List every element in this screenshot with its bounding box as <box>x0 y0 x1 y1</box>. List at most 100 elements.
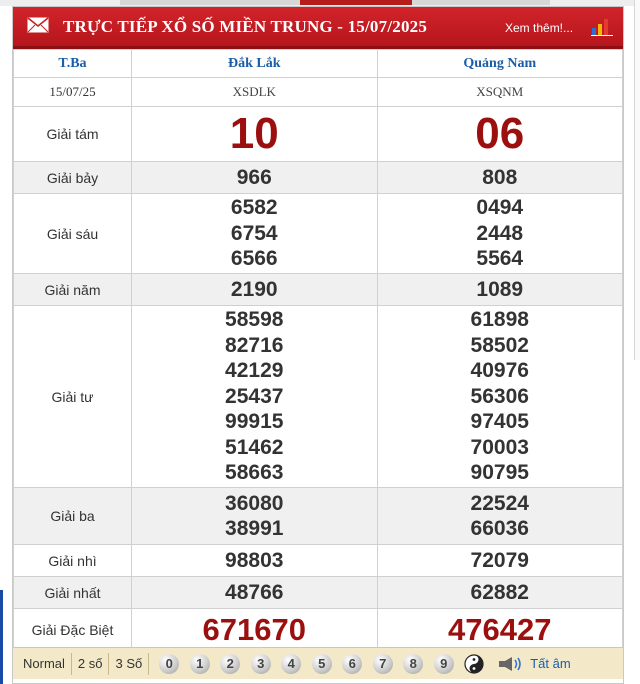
prize-number[interactable]: 6566 <box>132 246 377 272</box>
prize-row: Giải Đặc Biệt 671670 476427 <box>13 608 623 652</box>
prize-cell: 36080 38991 <box>131 487 378 545</box>
prize-number[interactable]: 6582 <box>132 195 377 221</box>
prize-cell: 808 <box>376 161 623 194</box>
prize-number[interactable]: 90795 <box>378 460 623 486</box>
prize-number[interactable]: 2190 <box>132 277 377 303</box>
prize-cell: 10 <box>131 106 378 162</box>
left-banner-edge <box>0 590 3 684</box>
prize-cell: 48766 <box>131 576 378 609</box>
prize-number[interactable]: 6754 <box>132 221 377 247</box>
prize-row: Giải nhì 98803 72079 <box>13 544 623 577</box>
results-header: TRỰC TIẾP XỔ SỐ MIỀN TRUNG - 15/07/2025 … <box>13 7 623 49</box>
prize-number[interactable]: 51462 <box>132 435 377 461</box>
prize-number[interactable]: 808 <box>378 165 623 191</box>
digit-ball-3[interactable]: 3 <box>250 653 271 674</box>
prize-cell: 98803 <box>131 544 378 577</box>
prize-label: Giải tám <box>13 106 132 162</box>
prize-number[interactable]: 58663 <box>132 460 377 486</box>
prize-cell: 1089 <box>376 273 623 306</box>
prize-number[interactable]: 22524 <box>378 491 623 517</box>
digit-ball-6[interactable]: 6 <box>342 653 363 674</box>
prize-label: Giải sáu <box>13 193 132 274</box>
prize-number[interactable]: 25437 <box>132 384 377 410</box>
yin-yang-icon[interactable] <box>464 653 484 674</box>
digit-ball-1[interactable]: 1 <box>189 653 210 674</box>
prize-cell: 58598 82716 42129 25437 99915 51462 58663 <box>131 305 378 488</box>
prize-number[interactable]: 0494 <box>378 195 623 221</box>
bar-chart-icon[interactable] <box>591 16 613 36</box>
digit-ball-5[interactable]: 5 <box>311 653 332 674</box>
province-header-1[interactable]: Đắk Lắk <box>131 49 378 78</box>
prize-number[interactable]: 97405 <box>378 409 623 435</box>
prize-number[interactable]: 38991 <box>132 516 377 542</box>
digit-ball-0[interactable]: 0 <box>159 653 180 674</box>
prize-cell: 62882 <box>376 576 623 609</box>
prize-number[interactable]: 42129 <box>132 358 377 384</box>
prize-number[interactable]: 40976 <box>378 358 623 384</box>
mode-normal-button[interactable]: Normal <box>13 652 72 675</box>
results-table: T.Ba Đắk Lắk Quảng Nam 15/07/25 XSDLK XS… <box>13 49 623 652</box>
prize-number[interactable]: 58502 <box>378 333 623 359</box>
prize-row: Giải bảy 966 808 <box>13 161 623 194</box>
digit-ball-8[interactable]: 8 <box>403 653 424 674</box>
lottery-results-widget: TRỰC TIẾP XỔ SỐ MIỀN TRUNG - 15/07/2025 … <box>12 6 624 684</box>
digit-ball-7[interactable]: 7 <box>372 653 393 674</box>
prize-row: Giải sáu 6582 6754 6566 0494 2448 5564 <box>13 193 623 274</box>
draw-date: 15/07/25 <box>13 77 132 107</box>
prize-cell: 6582 6754 6566 <box>131 193 378 274</box>
prize-number[interactable]: 06 <box>378 108 623 160</box>
see-more-link[interactable]: Xem thêm!... <box>505 21 573 35</box>
mail-icon <box>27 17 49 33</box>
prize-number[interactable]: 10 <box>132 108 377 160</box>
prize-label: Giải bảy <box>13 161 132 194</box>
prize-row: Giải năm 2190 1089 <box>13 273 623 306</box>
prize-number[interactable]: 5564 <box>378 246 623 272</box>
prize-number[interactable]: 1089 <box>378 277 623 303</box>
digit-ball-4[interactable]: 4 <box>281 653 302 674</box>
prize-label: Giải năm <box>13 273 132 306</box>
digit-ball-9[interactable]: 9 <box>433 653 454 674</box>
nav-tab-active[interactable] <box>300 0 412 5</box>
prize-number[interactable]: 61898 <box>378 307 623 333</box>
prize-label: Giải ba <box>13 487 132 545</box>
digit-ball-2[interactable]: 2 <box>220 653 241 674</box>
side-panel-edge <box>634 0 640 360</box>
mode-2-digit-button[interactable]: 2 số <box>72 652 110 675</box>
prize-number[interactable]: 66036 <box>378 516 623 542</box>
prize-cell: 61898 58502 40976 56306 97405 70003 90795 <box>376 305 623 488</box>
province-code-1[interactable]: XSDLK <box>131 77 378 107</box>
prize-number[interactable]: 671670 <box>132 611 377 649</box>
prize-row: Giải nhất 48766 62882 <box>13 576 623 609</box>
prize-number[interactable]: 48766 <box>132 580 377 606</box>
digit-filter-balls: 0123456789 <box>159 653 464 674</box>
prize-number[interactable]: 82716 <box>132 333 377 359</box>
prize-number[interactable]: 72079 <box>378 548 623 574</box>
prize-number[interactable]: 70003 <box>378 435 623 461</box>
prize-number[interactable]: 62882 <box>378 580 623 606</box>
prize-cell: 476427 <box>376 608 623 652</box>
prize-number[interactable]: 99915 <box>132 409 377 435</box>
province-header-2[interactable]: Quảng Nam <box>376 49 623 78</box>
prize-number[interactable]: 476427 <box>378 611 623 649</box>
prize-label: Giải nhất <box>13 576 132 609</box>
prize-label: Giải Đặc Biệt <box>13 608 132 652</box>
prize-cell: 72079 <box>376 544 623 577</box>
prize-cell: 966 <box>131 161 378 194</box>
prize-cell: 2190 <box>131 273 378 306</box>
results-title: TRỰC TIẾP XỔ SỐ MIỀN TRUNG - 15/07/2025 <box>63 17 428 36</box>
prize-cell: 0494 2448 5564 <box>376 193 623 274</box>
prize-row: Giải tám 10 06 <box>13 106 623 162</box>
prize-cell: 22524 66036 <box>376 487 623 545</box>
mute-all-link[interactable]: Tất âm <box>530 656 570 671</box>
prize-row: Giải tư 58598 82716 42129 25437 99915 51462 586… <box>13 305 623 488</box>
speaker-icon[interactable] <box>498 656 524 672</box>
day-header: T.Ba <box>13 49 132 78</box>
mode-3-digit-button[interactable]: 3 Số <box>109 652 150 675</box>
province-code-2[interactable]: XSQNM <box>376 77 623 107</box>
prize-number[interactable]: 36080 <box>132 491 377 517</box>
prize-number[interactable]: 56306 <box>378 384 623 410</box>
prize-number[interactable]: 98803 <box>132 548 377 574</box>
prize-number[interactable]: 966 <box>132 165 377 191</box>
prize-number[interactable]: 2448 <box>378 221 623 247</box>
prize-number[interactable]: 58598 <box>132 307 377 333</box>
